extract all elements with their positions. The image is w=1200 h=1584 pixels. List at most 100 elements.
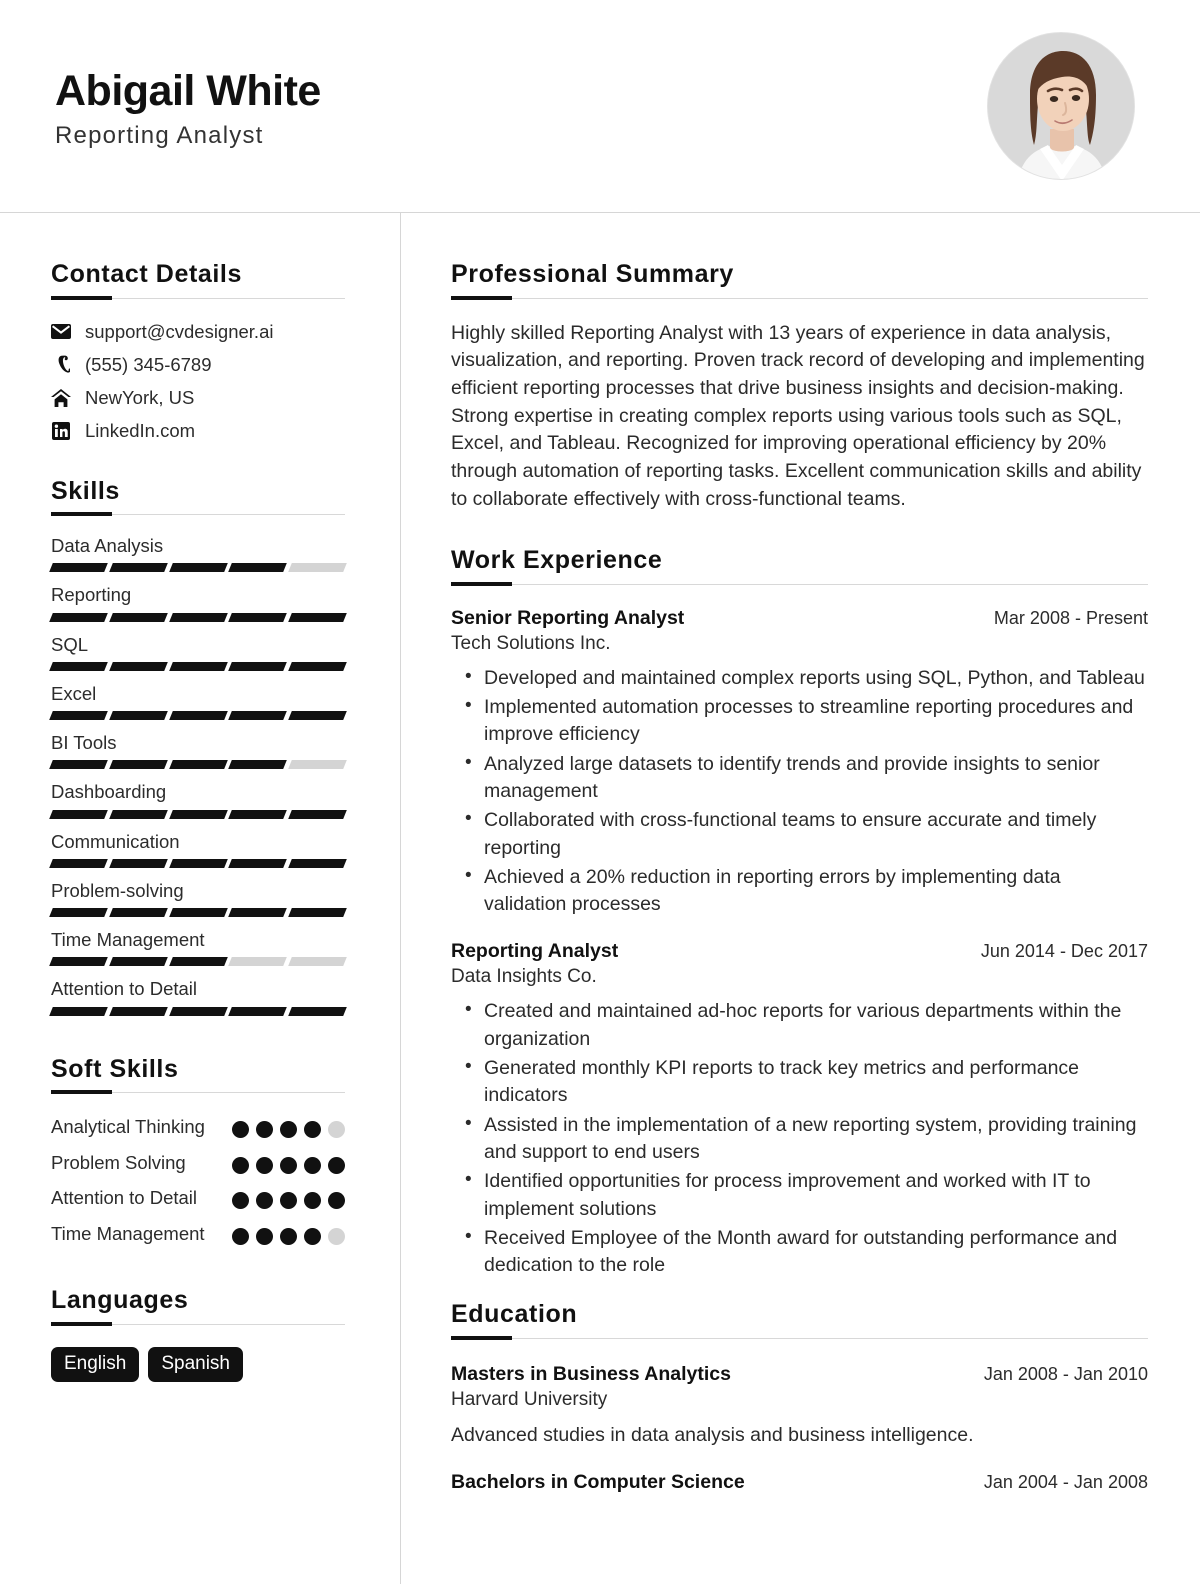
skill-bar-segment (108, 563, 168, 573)
sidebar-column: Contact Details support@cvdesigner.ai (5… (0, 213, 401, 1584)
skill-bar-segment (168, 661, 228, 671)
skill-item: Attention to Detail (49, 978, 347, 1016)
skill-bar-segment (49, 1006, 108, 1016)
skill-bar-segment (228, 563, 288, 573)
soft-skills-list: Analytical Thinking Problem Solving Attent… (51, 1115, 345, 1245)
skill-bar-segment (108, 661, 168, 671)
skill-bar-segment (108, 612, 168, 622)
rating-dot (280, 1156, 297, 1174)
skill-bar-segment (228, 760, 288, 770)
rating-dot (280, 1227, 297, 1245)
skill-level-bar (49, 908, 347, 918)
entry: Senior Reporting Analyst Mar 2008 - Prese… (451, 607, 1148, 919)
skill-level-bar (49, 1006, 347, 1016)
skill-label: Reporting (51, 584, 132, 606)
entry-title: Senior Reporting Analyst (451, 606, 685, 629)
entry: Reporting Analyst Jun 2014 - Dec 2017 Data… (451, 940, 1148, 1279)
linkedin-icon (51, 421, 71, 441)
contact-value-location: NewYork, US (85, 386, 195, 408)
soft-skill-rating (232, 1222, 345, 1245)
section-rule (51, 1321, 345, 1326)
skill-level-bar (49, 957, 347, 967)
phone-icon (51, 355, 71, 375)
entry: Bachelors in Computer Science Jan 2004 - … (451, 1471, 1148, 1494)
skill-label: BI Tools (51, 732, 117, 754)
rating-dot (304, 1121, 321, 1139)
skill-bar-segment (108, 809, 168, 819)
rating-dot (280, 1121, 297, 1139)
skills-list: Data Analysis Reporting SQL Excel BI Tools Da… (49, 535, 347, 1016)
summary-text: Highly skilled Reporting Analyst with 13… (451, 321, 1145, 510)
skill-bar-segment (288, 809, 347, 819)
skill-level-bar (49, 760, 347, 770)
skill-bar-segment (108, 711, 168, 721)
section-soft-skills: Soft Skills Analytical Thinking Problem S… (51, 1055, 345, 1245)
languages-list: English Spanish (51, 1346, 345, 1382)
skill-item: SQL (49, 634, 347, 671)
rating-dot (280, 1192, 297, 1210)
contact-item-linkedin[interactable]: LinkedIn.com (51, 420, 345, 442)
skill-bar-segment (168, 760, 228, 770)
skill-bar-segment (49, 760, 108, 770)
skill-bar-segment (288, 957, 347, 967)
entry-header: Masters in Business Analytics Jan 2008 - … (451, 1363, 1148, 1386)
resume-page: Abigail White Reporting Analyst Contact … (0, 0, 1200, 1584)
soft-skill-rating (232, 1115, 345, 1139)
entry-date: Jan 2004 - Jan 2008 (983, 1472, 1148, 1493)
contact-value-phone: (555) 345-6789 (85, 353, 212, 375)
skill-level-bar (49, 809, 347, 819)
contact-value-email: support@cvdesigner.ai (85, 320, 274, 342)
contact-item-email[interactable]: support@cvdesigner.ai (51, 321, 345, 343)
skill-bar-segment (49, 661, 108, 671)
skill-bar-segment (168, 858, 228, 868)
skill-label: Problem-solving (51, 879, 184, 901)
soft-skill-item: Problem Solving (51, 1151, 345, 1174)
skill-bar-segment (288, 760, 347, 770)
skill-level-bar (49, 612, 347, 622)
entry-bullet: Developed and maintained complex reports… (451, 664, 1148, 692)
skill-bar-segment (49, 612, 108, 622)
skill-bar-segment (288, 908, 347, 918)
rating-dot (256, 1156, 273, 1174)
section-languages: Languages English Spanish (51, 1287, 345, 1382)
skill-bar-segment (168, 563, 228, 573)
skill-level-bar (49, 563, 347, 573)
entry-date: Mar 2008 - Present (993, 607, 1148, 628)
section-heading-experience: Work Experience (451, 546, 663, 575)
section-rule (51, 512, 345, 516)
resume-header: Abigail White Reporting Analyst (0, 0, 1200, 213)
language-chip: English (51, 1346, 140, 1382)
email-icon (51, 322, 71, 342)
rating-dot (328, 1192, 345, 1210)
entry-bullet: Analyzed large datasets to identify tren… (451, 750, 1148, 806)
rating-dot (232, 1156, 249, 1174)
skill-label: Time Management (51, 929, 205, 951)
home-icon (51, 388, 71, 408)
skill-bar-segment (228, 809, 288, 819)
entry-bullet: Implemented automation processes to stre… (451, 693, 1148, 749)
rating-dot (256, 1121, 273, 1139)
soft-skill-rating (232, 1151, 345, 1174)
skill-level-bar (49, 858, 347, 868)
skill-bar-segment (108, 858, 168, 868)
entry: Masters in Business Analytics Jan 2008 - … (451, 1363, 1148, 1449)
section-heading-skills: Skills (51, 476, 120, 505)
section-education: Education Masters in Business Analytics J… (451, 1301, 1148, 1494)
contact-item-location[interactable]: NewYork, US (51, 387, 345, 409)
candidate-job-title: Reporting Analyst (55, 121, 264, 149)
soft-skill-label: Time Management (51, 1222, 205, 1244)
contact-value-linkedin: LinkedIn.com (85, 419, 196, 441)
skill-bar-segment (228, 957, 288, 967)
skill-bar-segment (228, 661, 288, 671)
entry-header: Bachelors in Computer Science Jan 2004 - … (451, 1471, 1148, 1494)
entry-organization: Data Insights Co. (451, 966, 597, 988)
skill-label: Communication (51, 830, 180, 852)
skill-item: BI Tools (49, 732, 347, 770)
skill-bar-segment (288, 711, 347, 721)
section-heading-education: Education (451, 1300, 578, 1329)
skill-item: Time Management (49, 929, 347, 967)
section-rule (451, 295, 1148, 300)
skill-bar-segment (168, 908, 228, 918)
skill-bar-segment (168, 612, 228, 622)
contact-item-phone[interactable]: (555) 345-6789 (51, 354, 345, 376)
